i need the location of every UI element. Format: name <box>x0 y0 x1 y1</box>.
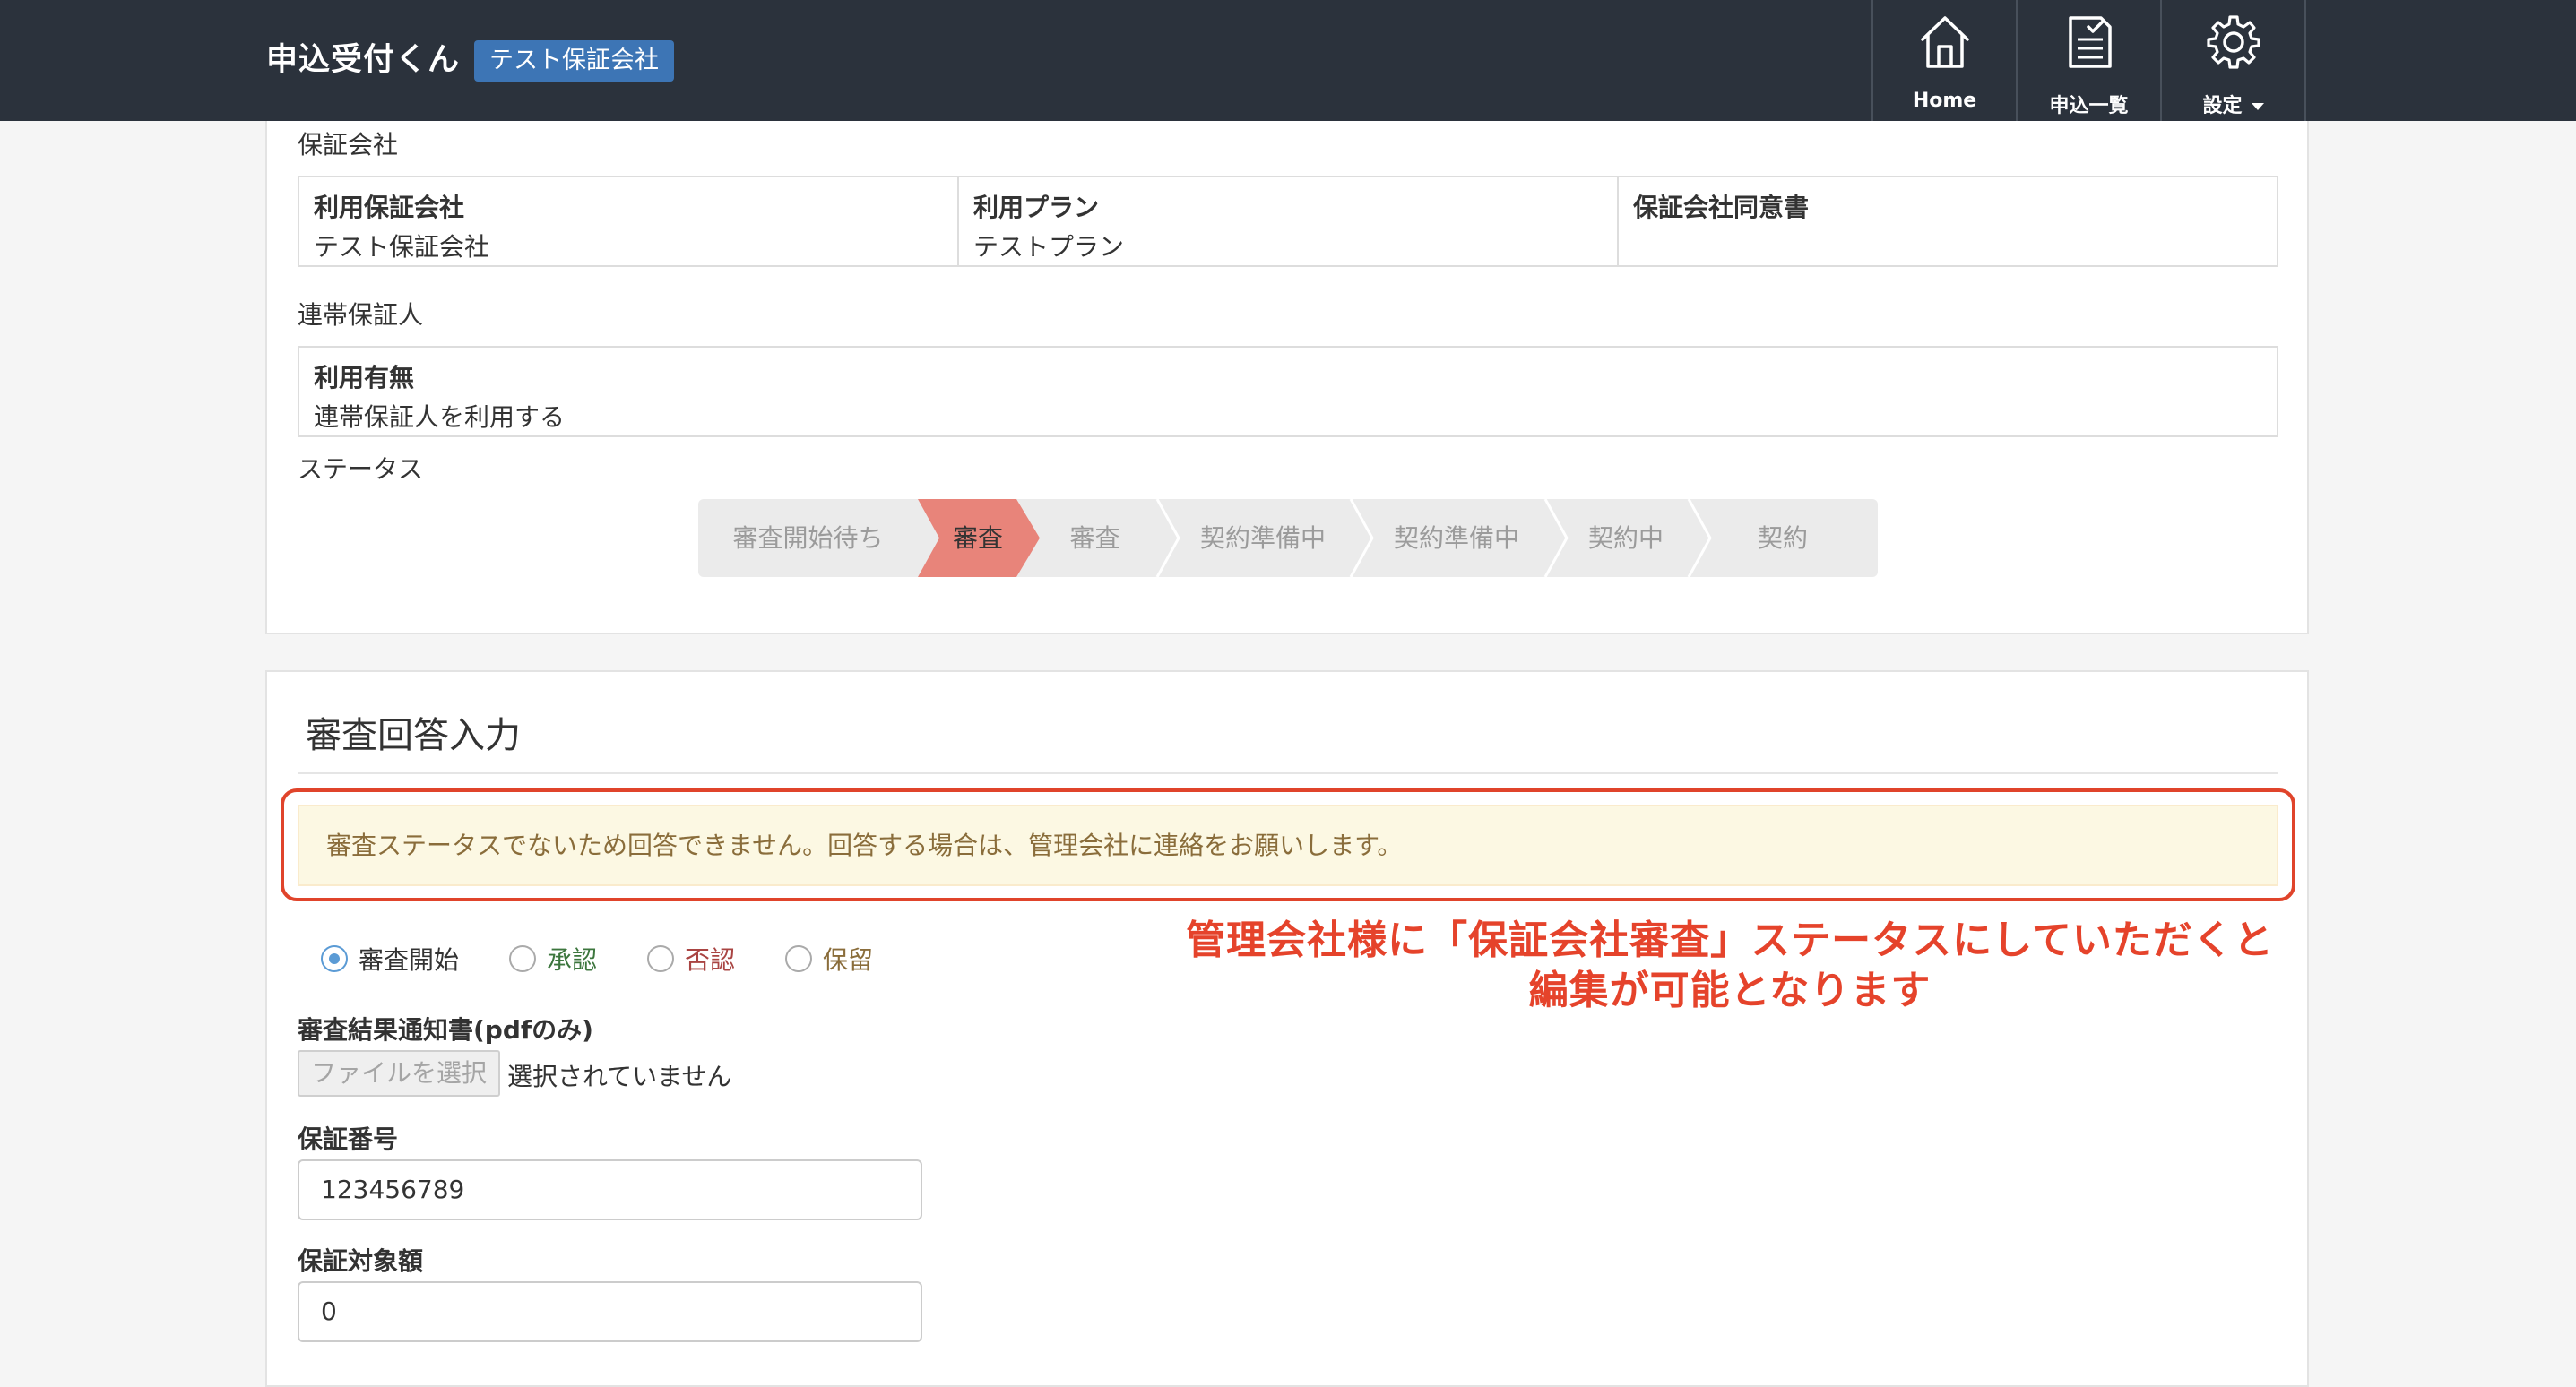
document-check-icon <box>2068 16 2112 68</box>
home-icon <box>1920 16 1969 68</box>
top-navbar: 申込受付くん テスト保証会社 Home 申込一覧 設定 <box>0 0 2576 121</box>
radio-circle[interactable] <box>509 945 537 972</box>
guarantor-consent-title: 保証会社同意書 <box>1633 193 1810 222</box>
guarantor-plan-title: 利用プラン <box>973 193 1100 222</box>
status-step-contract-prep-1: 契約準備中 <box>1199 523 1326 553</box>
radio-circle[interactable] <box>785 945 813 972</box>
gear-icon <box>2206 15 2260 69</box>
status-stepper: 審査開始待ち 審査 審査 契約準備中 契約準備中 契約中 契約 <box>698 499 1878 577</box>
radio-reject[interactable]: 否認 <box>647 941 735 977</box>
joint-guarantor-cell: 利用有無 連帯保証人を利用する <box>299 348 2277 435</box>
annotation-highlight-frame <box>281 788 2295 901</box>
nav-settings[interactable]: 設定 <box>2160 0 2306 121</box>
guarantee-amount-input[interactable]: 0 <box>298 1281 922 1342</box>
review-status-radio-group: 審査開始 承認 否認 保留 <box>321 941 923 977</box>
company-badge: テスト保証会社 <box>474 40 674 82</box>
nav-home-label: Home <box>1912 90 1977 112</box>
nav-application-list[interactable]: 申込一覧 <box>2016 0 2160 121</box>
status-step-contract: 契約 <box>1757 523 1808 553</box>
status-step-in-contract: 契約中 <box>1587 523 1664 553</box>
guarantee-number-label: 保証番号 <box>298 1124 399 1154</box>
radio-hold-label: 保留 <box>823 945 874 975</box>
radio-review-start-label: 審査開始 <box>359 945 460 975</box>
status-section-label: ステータス <box>298 454 424 484</box>
annotation-line-2: 編集が可能となります <box>1528 968 1932 1013</box>
radio-circle-checked[interactable] <box>321 945 348 972</box>
nav-settings-label: 設定 <box>2162 90 2304 118</box>
nav-application-list-label: 申込一覧 <box>2049 95 2129 117</box>
status-step-review-active: 審査 <box>952 523 1003 553</box>
radio-review-start[interactable]: 審査開始 <box>321 941 459 977</box>
file-select-button[interactable]: ファイルを選択 <box>298 1050 500 1097</box>
radio-approve[interactable]: 承認 <box>509 941 597 977</box>
guarantee-amount-label: 保証対象額 <box>298 1246 424 1276</box>
joint-guarantor-section-label: 連帯保証人 <box>298 300 424 330</box>
status-step-review: 審査 <box>1069 523 1120 553</box>
guarantor-company-title: 利用保証会社 <box>314 193 465 222</box>
review-notice-label: 審査結果通知書(pdfのみ) <box>298 1015 593 1045</box>
status-step-contract-prep-2: 契約準備中 <box>1393 523 1519 553</box>
guarantor-company-cell: 利用保証会社 テスト保証会社 <box>299 177 959 265</box>
review-answer-panel: 審査回答入力 審査ステータスでないため回答できません。回答する場合は、管理会社に… <box>265 670 2309 1387</box>
guarantor-company-value: テスト保証会社 <box>314 232 490 262</box>
guarantor-plan-cell: 利用プラン テストプラン <box>959 177 1619 265</box>
title-divider <box>298 772 2278 774</box>
radio-reject-label: 否認 <box>685 945 736 975</box>
radio-circle[interactable] <box>647 945 675 972</box>
settings-label-text: 設定 <box>2202 95 2243 117</box>
radio-hold[interactable]: 保留 <box>785 941 873 977</box>
brand-logo[interactable]: 申込受付くん <box>266 34 460 80</box>
joint-guarantor-info-box: 利用有無 連帯保証人を利用する <box>298 346 2278 437</box>
nav-home[interactable]: Home <box>1871 0 2016 121</box>
review-answer-title: 審査回答入力 <box>306 715 521 756</box>
guarantor-consent-cell: 保証会社同意書 <box>1619 177 2277 265</box>
guarantor-section-label: 保証会社 <box>298 130 399 159</box>
annotation-callout: 管理会社様に「保証会社審査」ステータスにしていただくと 編集が可能となります <box>1129 916 2330 1016</box>
file-status-text: 選択されていません <box>507 1062 732 1091</box>
nav-menu: Home 申込一覧 設定 <box>1871 0 2306 121</box>
annotation-line-1: 管理会社様に「保証会社審査」ステータスにしていただくと <box>1186 917 2274 963</box>
guarantor-plan-value: テストプラン <box>973 232 1125 262</box>
status-step-waiting: 審査開始待ち <box>732 523 884 553</box>
radio-approve-label: 承認 <box>547 945 598 975</box>
joint-guarantor-value: 連帯保証人を利用する <box>314 402 566 432</box>
guarantee-number-input[interactable]: 123456789 <box>298 1159 922 1220</box>
joint-guarantor-title: 利用有無 <box>314 363 415 392</box>
caret-down-icon <box>2251 103 2264 110</box>
guarantor-info-box: 利用保証会社 テスト保証会社 利用プラン テストプラン 保証会社同意書 <box>298 176 2278 267</box>
